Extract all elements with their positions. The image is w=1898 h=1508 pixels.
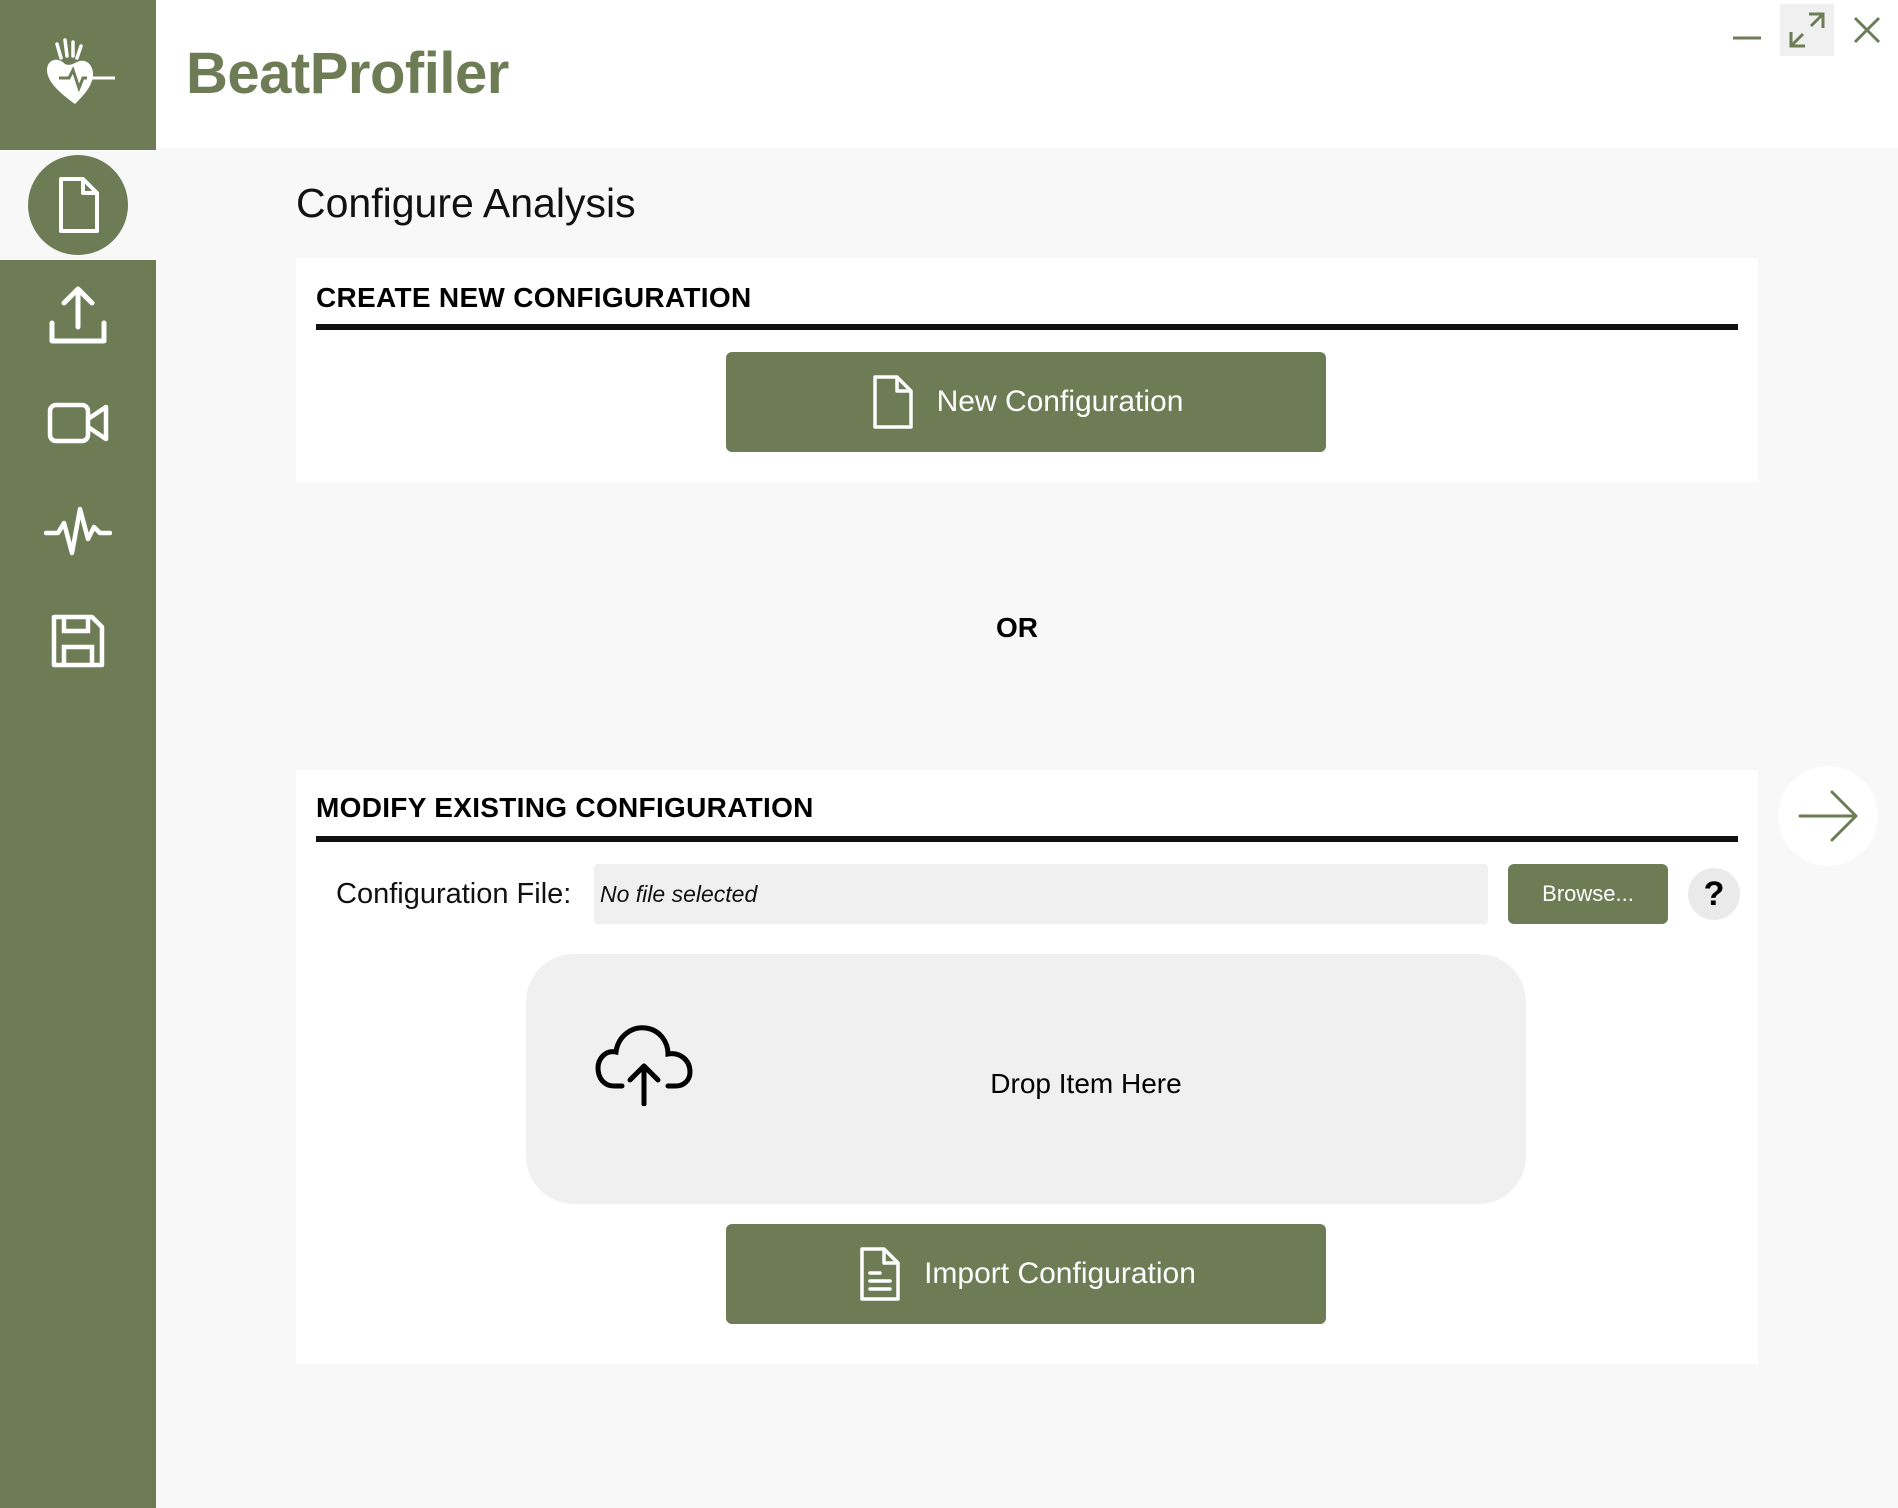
import-configuration-label: Import Configuration — [924, 1257, 1196, 1290]
nav-item-configure[interactable] — [0, 150, 156, 260]
new-configuration-button[interactable]: New Configuration — [726, 352, 1326, 452]
browse-button[interactable]: Browse... — [1508, 864, 1668, 924]
section-divider — [316, 836, 1738, 842]
configuration-file-label: Configuration File: — [336, 878, 572, 910]
sidebar — [0, 0, 156, 1508]
nav-item-video[interactable] — [0, 368, 156, 478]
new-configuration-label: New Configuration — [936, 385, 1184, 418]
close-icon — [1853, 16, 1881, 44]
maximize-icon — [1789, 12, 1825, 48]
nav-item-analysis[interactable] — [0, 476, 156, 586]
nav-item-upload[interactable] — [0, 260, 156, 370]
file-icon — [872, 375, 913, 429]
drop-zone[interactable]: Drop Item Here — [526, 954, 1526, 1204]
file-icon — [59, 177, 99, 233]
or-separator: OR — [996, 612, 1038, 643]
minimize-icon — [1733, 36, 1761, 40]
document-icon — [860, 1247, 900, 1301]
close-button[interactable] — [1840, 4, 1894, 56]
minimize-button[interactable] — [1720, 4, 1774, 56]
arrow-right-icon — [1798, 790, 1858, 842]
save-icon — [51, 614, 105, 668]
drop-zone-label: Drop Item Here — [990, 1068, 1182, 1099]
video-icon — [47, 402, 109, 444]
section-title-create: CREATE NEW CONFIGURATION — [316, 282, 752, 313]
configuration-file-field[interactable] — [594, 864, 1488, 924]
waveform-icon — [44, 506, 112, 556]
import-configuration-button[interactable]: Import Configuration — [726, 1224, 1326, 1324]
help-button[interactable]: ? — [1688, 868, 1740, 920]
section-title-modify: MODIFY EXISTING CONFIGURATION — [316, 792, 814, 823]
upload-icon — [49, 286, 107, 344]
page-title: Configure Analysis — [296, 180, 636, 226]
maximize-button[interactable] — [1780, 4, 1834, 56]
app-logo — [0, 0, 156, 148]
modify-configuration-card: MODIFY EXISTING CONFIGURATION Configurat… — [296, 770, 1758, 1364]
app-title: BeatProfiler — [186, 41, 509, 106]
section-divider — [316, 324, 1738, 330]
nav-item-save[interactable] — [0, 586, 156, 696]
heart-logo-icon — [47, 38, 115, 104]
create-configuration-card: CREATE NEW CONFIGURATION New Configurati… — [296, 258, 1758, 482]
next-step-button[interactable] — [1778, 766, 1878, 866]
